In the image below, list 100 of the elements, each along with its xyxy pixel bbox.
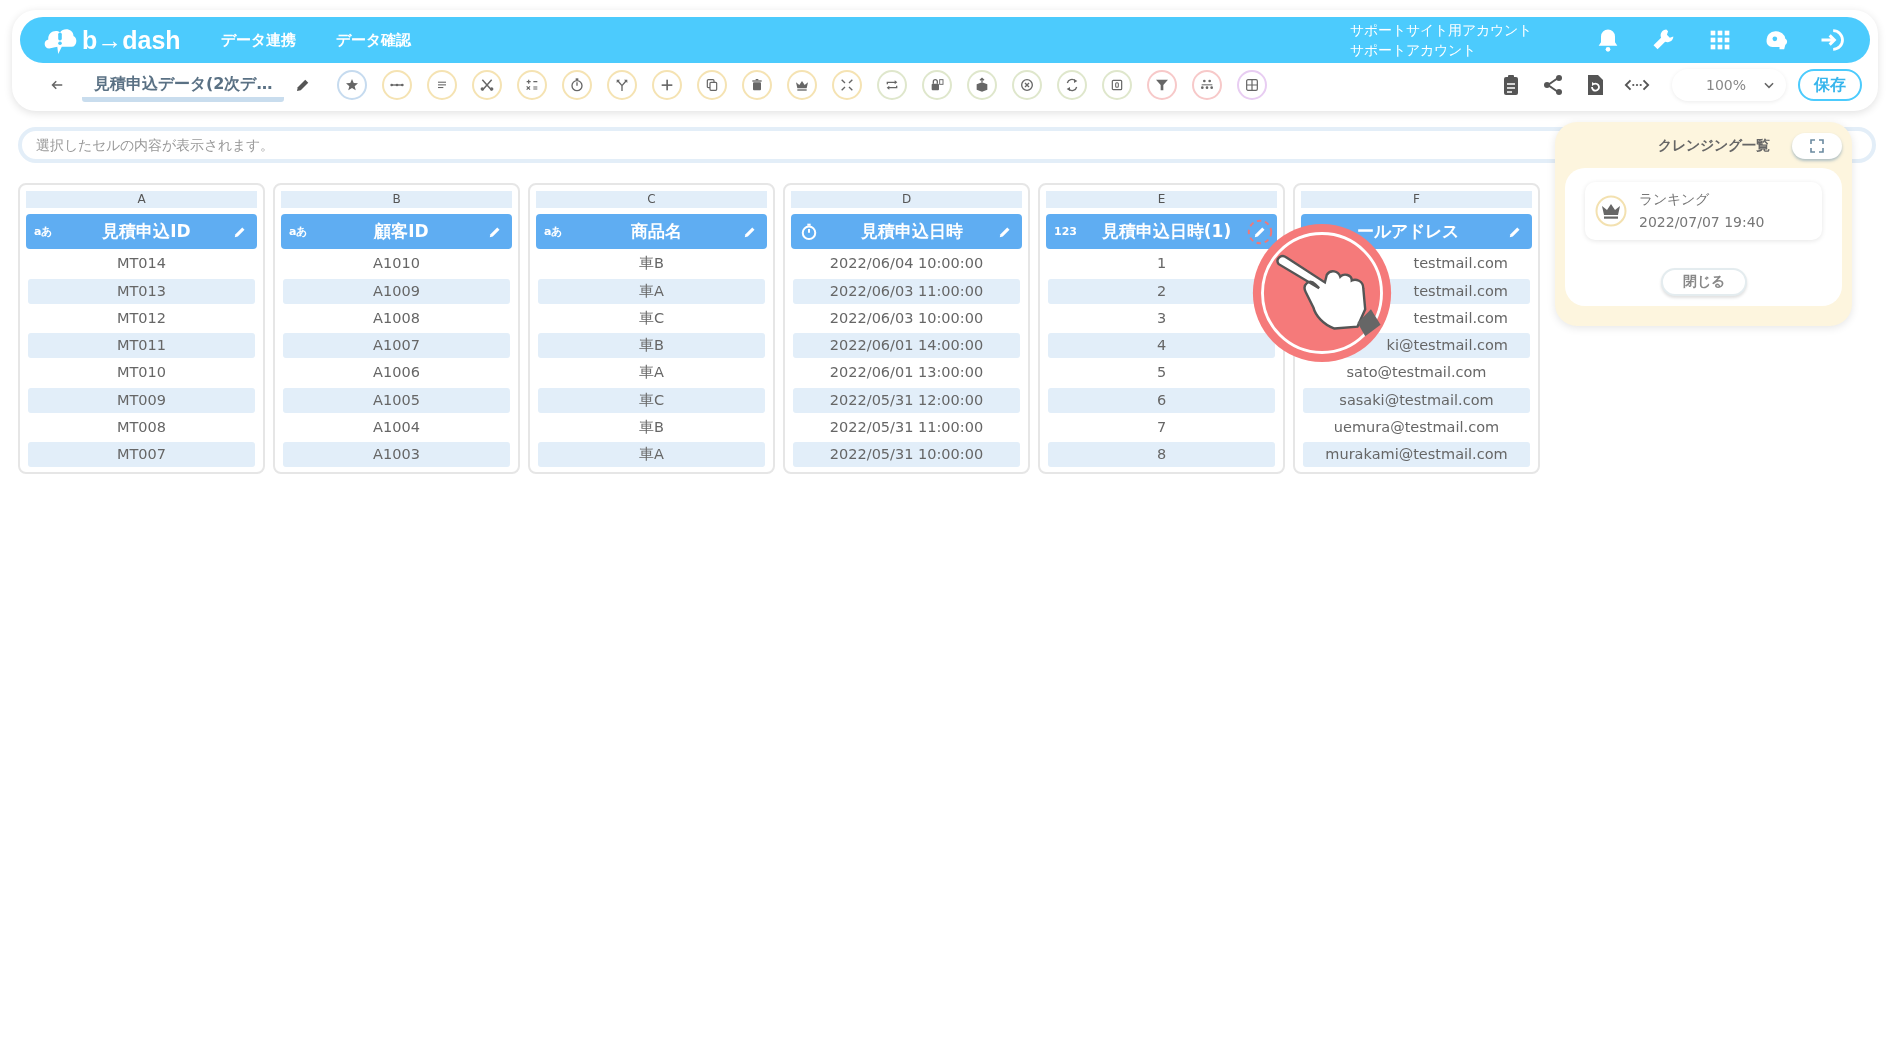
logo-text[interactable]: b→dash [82,25,181,55]
account-name: サポートアカウント [1350,41,1477,60]
table-cell: MT011 [28,333,255,358]
zoom-select[interactable]: 100% [1672,69,1786,101]
cleansing-item[interactable]: ランキング 2022/07/07 19:40 [1585,182,1822,240]
nav-link[interactable]: データ連携 [220,30,296,50]
star-icon [344,77,361,93]
tool-button[interactable] [472,70,503,100]
nav-link[interactable]: データ確認 [335,30,411,50]
table-cell: sasaki@testmail.com [1303,387,1530,413]
table-cell: A1005 [283,387,510,413]
tool-button[interactable] [787,70,818,100]
type-label: aあ [544,224,564,239]
tool-button[interactable] [922,70,953,100]
item-time: 2022/07/07 19:40 [1639,213,1765,232]
column-letter[interactable]: C [536,191,767,208]
table-cell: 車C [538,387,765,413]
tool-button[interactable] [742,70,773,100]
close-button[interactable]: 閉じる [1660,268,1747,296]
column-header[interactable]: aあ 顧客ID [281,214,512,249]
stopwatch-icon [799,221,819,242]
tool-button[interactable] [607,70,638,100]
table-cell: 4 [1048,333,1275,358]
table-cell-text: A1008 [372,308,421,328]
save-button[interactable]: 保存 [1798,69,1862,101]
tool-button[interactable] [1192,70,1223,100]
table-cell: 6 [1048,387,1275,413]
table-cell-text: 2022/06/03 10:00:00 [828,308,985,328]
column-header[interactable]: 123 見積申込日時(1) [1046,214,1277,249]
table-cell-text: 車C [637,308,666,328]
column-letter[interactable]: F [1301,191,1532,208]
grid-icon [1244,77,1261,93]
tool-button[interactable] [517,70,548,100]
tool-button[interactable] [382,70,413,100]
table-cell: MT009 [28,387,255,413]
tool-button[interactable] [967,70,998,100]
table-cell: 2022/06/03 11:00:00 [793,278,1020,304]
tool-button[interactable] [562,70,593,100]
column-title: 顧客ID [373,220,430,243]
table-cell: 2022/06/01 14:00:00 [793,333,1020,358]
table-cell-text: 5 [1155,363,1168,383]
table-cell-text: 車B [638,254,665,274]
column-header[interactable]: aあ 商品名 [536,214,767,249]
column-letter[interactable]: D [791,191,1022,208]
table-cell-text: A1004 [372,417,421,437]
table-cell: 2022/05/31 12:00:00 [793,387,1020,413]
tool-button[interactable] [1012,70,1043,100]
lock-icon [929,77,946,93]
column-header[interactable]: 見積申込日時 [791,214,1022,249]
item-name: ランキング [1639,190,1710,209]
table-cell: A1009 [283,278,510,304]
column-header[interactable]: aあ 見積申込ID [26,214,257,249]
scissors-icon [479,77,496,93]
column-letter[interactable]: A [26,191,257,208]
x-circle-icon [1019,77,1036,93]
table-cell-text: MT008 [115,417,167,437]
column-title: 見積申込日時 [859,220,964,243]
table-cell: murakami@testmail.com [1303,442,1530,467]
type-label: aあ [34,224,54,239]
data-title[interactable]: 見積申込データ(2次デ… [82,74,285,102]
table-cell-text: MT010 [115,363,167,383]
account-site: サポートサイト用アカウント [1350,21,1532,40]
tool-button[interactable] [1057,70,1088,100]
table-cell: MT007 [28,442,255,467]
column-letter[interactable]: E [1046,191,1277,208]
type-label: aあ [289,224,309,239]
table-cell-text: 2022/06/04 10:00:00 [828,254,985,274]
table-cell: MT013 [28,278,255,304]
table-cell: 8 [1048,442,1275,467]
tool-button[interactable] [337,70,368,100]
table-cell-text: 車B [638,417,665,437]
table-cell-text: 3 [1155,308,1168,328]
tool-button[interactable] [1102,70,1133,100]
table-cell-text: 車A [638,363,665,383]
tool-button[interactable] [1237,70,1268,100]
table-cell-text: MT014 [115,254,167,274]
table-cell: 車A [538,442,765,467]
table-cell-text: A1010 [372,254,421,274]
table-cell: 車A [538,278,765,304]
tool-button[interactable] [652,70,683,100]
panel-title: クレンジング一覧 [1658,137,1770,155]
table-cell-text: sato@testmail.com [1345,363,1488,383]
table-cell-text: 7 [1155,417,1168,437]
tool-button[interactable] [427,70,458,100]
table-cell-text: A1006 [372,363,421,383]
column-title: 商品名 [630,220,683,243]
tool-button[interactable] [697,70,728,100]
column-title: ールアドレス [1355,220,1460,243]
table-cell: 2022/05/31 10:00:00 [793,442,1020,467]
expand-icon [1809,138,1825,154]
table-cell-text: 1 [1155,254,1168,274]
column-letter[interactable]: B [281,191,512,208]
type-label: 123 [1054,225,1078,238]
column-title: 見積申込ID [101,220,192,243]
crown-icon [1595,195,1627,227]
expand-button[interactable] [1792,133,1842,159]
tool-button[interactable] [1147,70,1178,100]
table-cell-text: testmail.com [1412,308,1509,328]
column-title: 見積申込日時(1) [1100,220,1233,243]
tool-button[interactable] [877,70,908,100]
